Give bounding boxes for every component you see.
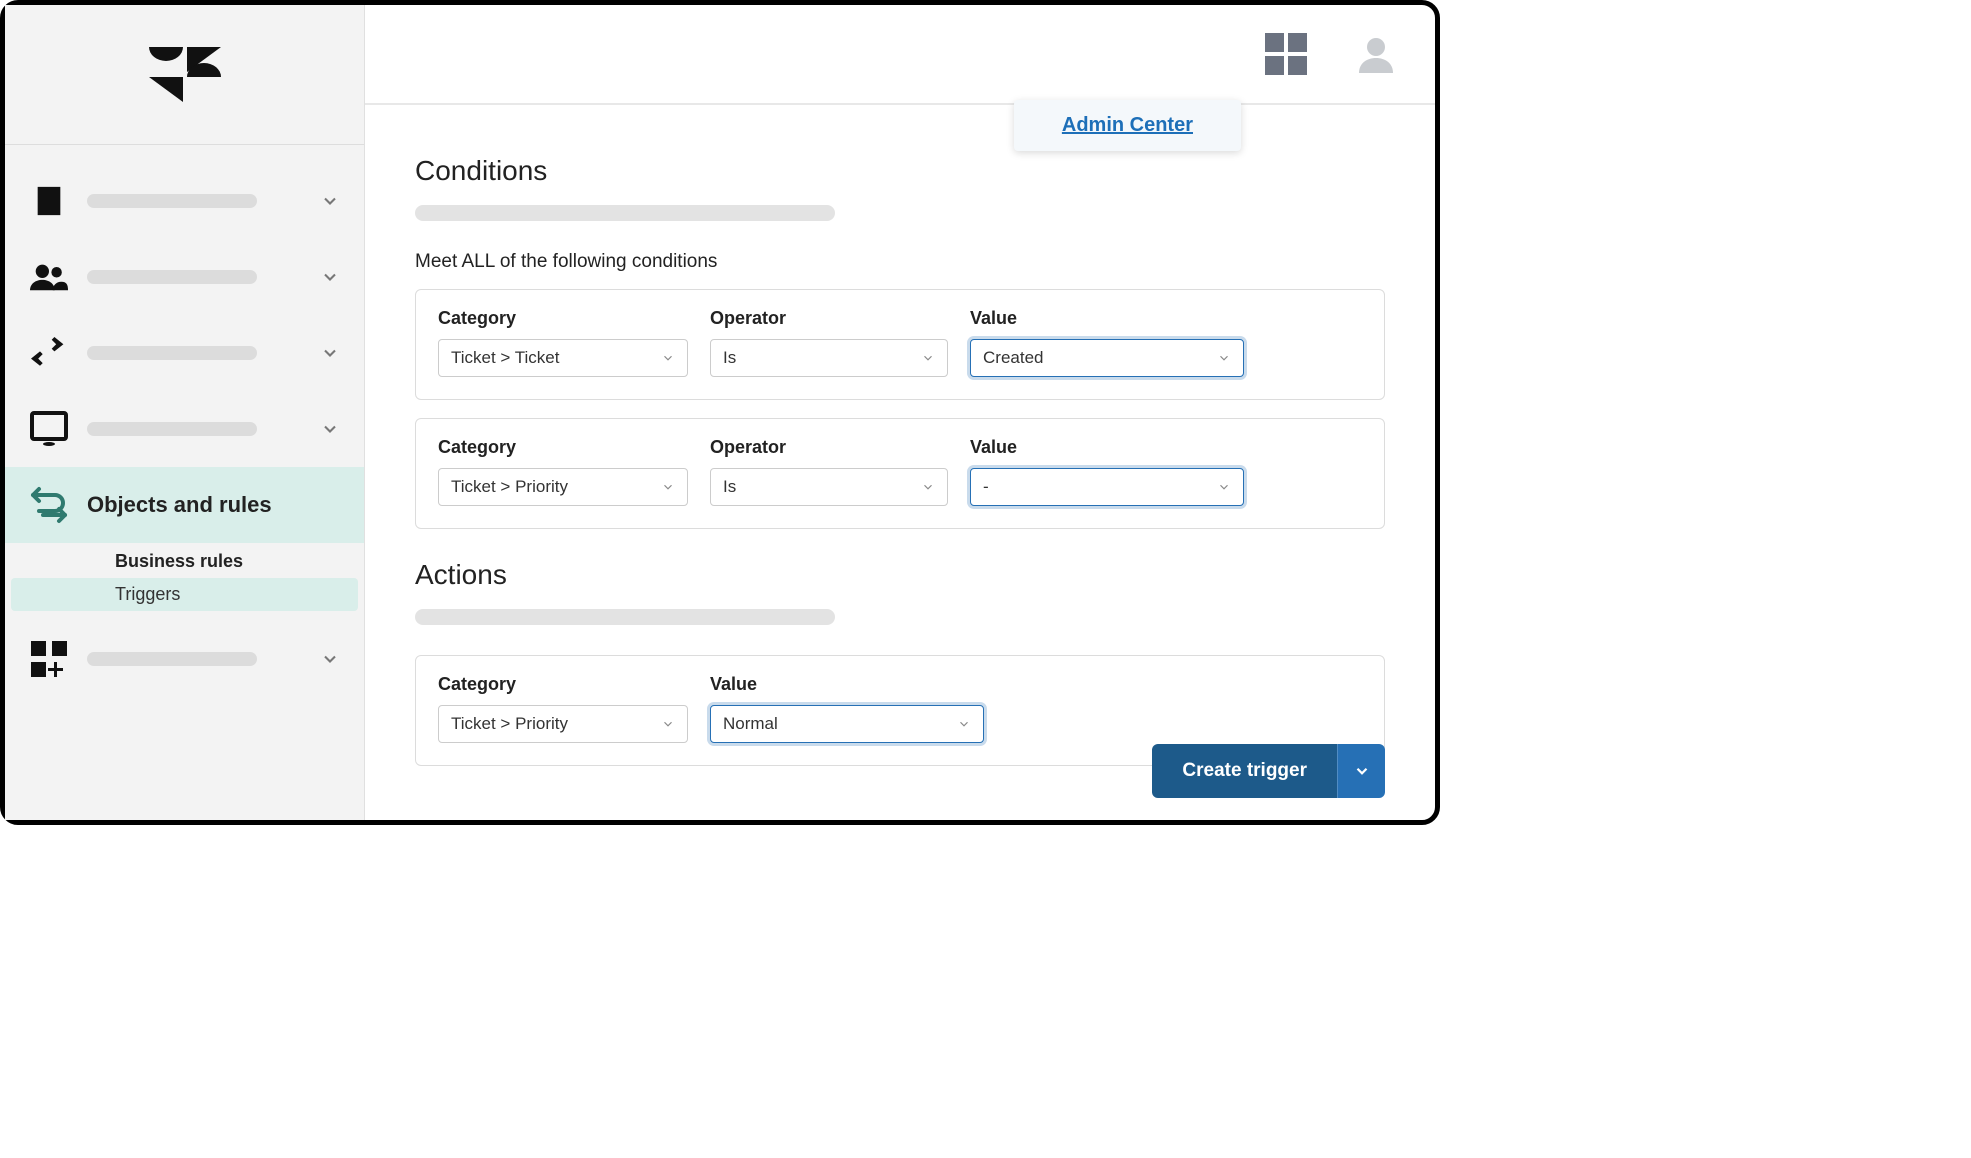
- footer-actions: Create trigger: [1152, 744, 1385, 798]
- sidebar-item-label-placeholder: [87, 422, 257, 436]
- dropdown-value: Ticket > Priority: [451, 477, 568, 497]
- chevron-down-icon: [921, 480, 935, 494]
- create-trigger-split-button[interactable]: [1337, 744, 1385, 798]
- sidebar-item-label-placeholder: [87, 194, 257, 208]
- main: Admin Center Conditions Meet ALL of the …: [365, 5, 1435, 820]
- chevron-down-icon: [921, 351, 935, 365]
- avatar-icon[interactable]: [1357, 35, 1395, 73]
- condition-operator-select[interactable]: Is: [710, 468, 948, 506]
- chevron-down-icon: [320, 343, 340, 363]
- sidebar-item-objects-and-rules[interactable]: Objects and rules: [5, 467, 364, 543]
- dropdown-value: -: [983, 477, 989, 497]
- condition-row: Category Ticket > Ticket Operator Is Val…: [415, 289, 1385, 400]
- chevron-down-icon: [320, 649, 340, 669]
- sidebar-item-workspaces[interactable]: [5, 391, 364, 467]
- action-category-select[interactable]: Ticket > Priority: [438, 705, 688, 743]
- sidebar: Objects and rules Business rules Trigger…: [5, 5, 365, 820]
- condition-row: Category Ticket > Priority Operator Is V…: [415, 418, 1385, 529]
- sidebar-item-label-placeholder: [87, 270, 257, 284]
- sidebar-item-channels[interactable]: [5, 315, 364, 391]
- conditions-title: Conditions: [415, 155, 1385, 187]
- building-icon: [29, 181, 69, 221]
- field-label-value: Value: [710, 674, 984, 695]
- admin-center-link[interactable]: Admin Center: [1062, 114, 1193, 136]
- condition-category-select[interactable]: Ticket > Ticket: [438, 339, 688, 377]
- dropdown-value: Is: [723, 348, 736, 368]
- zendesk-logo-icon: [149, 47, 221, 102]
- chevron-down-icon: [661, 717, 675, 731]
- dropdown-value: Normal: [723, 714, 778, 734]
- field-label-category: Category: [438, 674, 688, 695]
- monitor-icon: [29, 409, 69, 449]
- chevron-down-icon: [320, 191, 340, 211]
- people-icon: [29, 257, 69, 297]
- dropdown-value: Ticket > Ticket: [451, 348, 559, 368]
- workflow-icon: [29, 485, 69, 525]
- sidebar-item-account[interactable]: [5, 163, 364, 239]
- sidebar-subheading: Business rules: [5, 543, 364, 578]
- field-label-category: Category: [438, 308, 688, 329]
- content: Conditions Meet ALL of the following con…: [365, 105, 1435, 820]
- chevron-down-icon: [1217, 480, 1231, 494]
- chevron-down-icon: [957, 717, 971, 731]
- action-value-select[interactable]: Normal: [710, 705, 984, 743]
- condition-operator-select[interactable]: Is: [710, 339, 948, 377]
- condition-value-select[interactable]: -: [970, 468, 1244, 506]
- actions-title: Actions: [415, 559, 1385, 591]
- arrows-icon: [29, 333, 69, 373]
- create-trigger-button[interactable]: Create trigger: [1152, 744, 1337, 798]
- field-label-category: Category: [438, 437, 688, 458]
- sidebar-item-label-placeholder: [87, 652, 257, 666]
- chevron-down-icon: [661, 480, 675, 494]
- conditions-description-placeholder: [415, 205, 835, 221]
- apps-plus-icon: [29, 639, 69, 679]
- topbar: [365, 5, 1435, 105]
- chevron-down-icon: [1217, 351, 1231, 365]
- dropdown-value: Created: [983, 348, 1043, 368]
- conditions-all-label: Meet ALL of the following conditions: [415, 251, 1385, 273]
- sidebar-subitems: Business rules Triggers: [5, 543, 364, 621]
- actions-description-placeholder: [415, 609, 835, 625]
- dropdown-value: Ticket > Priority: [451, 714, 568, 734]
- sidebar-item-label: Objects and rules: [87, 492, 340, 518]
- chevron-down-icon: [320, 419, 340, 439]
- logo-area: [5, 5, 364, 145]
- chevron-down-icon: [320, 267, 340, 287]
- field-label-operator: Operator: [710, 308, 948, 329]
- sidebar-item-apps[interactable]: [5, 621, 364, 697]
- condition-category-select[interactable]: Ticket > Priority: [438, 468, 688, 506]
- sidebar-item-people[interactable]: [5, 239, 364, 315]
- apps-grid-icon[interactable]: [1265, 33, 1307, 75]
- field-label-value: Value: [970, 437, 1244, 458]
- sidebar-sublink-triggers[interactable]: Triggers: [11, 578, 358, 611]
- field-label-value: Value: [970, 308, 1244, 329]
- admin-center-pill[interactable]: Admin Center: [1014, 100, 1241, 151]
- condition-value-select[interactable]: Created: [970, 339, 1244, 377]
- field-label-operator: Operator: [710, 437, 948, 458]
- chevron-down-icon: [661, 351, 675, 365]
- nav: Objects and rules Business rules Trigger…: [5, 145, 364, 697]
- sidebar-item-label-placeholder: [87, 346, 257, 360]
- dropdown-value: Is: [723, 477, 736, 497]
